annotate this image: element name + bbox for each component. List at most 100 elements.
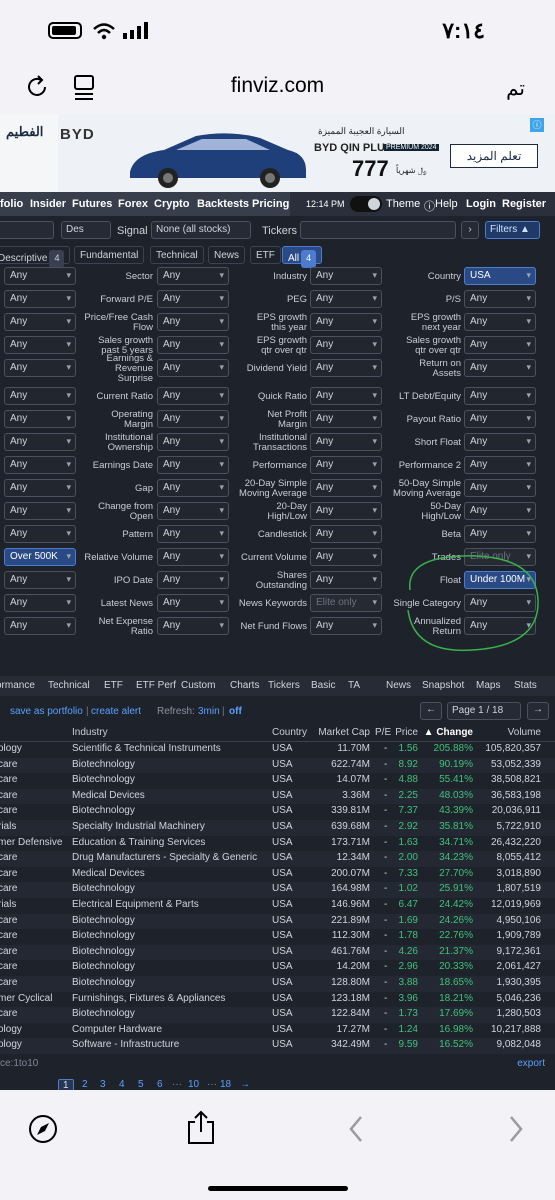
- filter-select[interactable]: Any: [4, 290, 76, 308]
- col-country[interactable]: Country: [272, 727, 307, 738]
- filter-select[interactable]: Any: [4, 313, 76, 331]
- filter-select[interactable]: Any: [157, 433, 229, 451]
- col-market-cap[interactable]: Market Cap: [318, 727, 370, 738]
- page-link[interactable]: 1: [58, 1079, 74, 1090]
- nav-pricing[interactable]: Pricing: [252, 198, 289, 210]
- table-row[interactable]: mer Defensive Education & Training Servic…: [0, 836, 555, 852]
- signal-order-select[interactable]: [0, 221, 54, 239]
- filter-select[interactable]: Any: [4, 267, 76, 285]
- view-tab[interactable]: ETF: [104, 680, 123, 691]
- forward-icon[interactable]: [506, 1114, 526, 1144]
- view-tab[interactable]: Tickers: [268, 680, 300, 691]
- filter-select[interactable]: Any: [310, 548, 382, 566]
- filter-select[interactable]: Any: [310, 502, 382, 520]
- tab-descriptive[interactable]: Descriptive 4: [0, 246, 71, 268]
- filter-select[interactable]: Any: [310, 359, 382, 377]
- chevron-right-icon[interactable]: ›: [461, 221, 479, 239]
- tab-all[interactable]: All 4: [282, 246, 323, 268]
- filter-select[interactable]: Any: [157, 410, 229, 428]
- view-tab[interactable]: Stats: [514, 680, 537, 691]
- table-row[interactable]: care Biotechnology USA 128.80M -3.88 18.65% 1,…: [0, 976, 555, 992]
- view-tab[interactable]: News: [386, 680, 411, 691]
- filter-select[interactable]: Any: [310, 571, 382, 589]
- filter-select[interactable]: Any: [4, 359, 76, 377]
- filter-select[interactable]: Any: [464, 410, 536, 428]
- filter-select[interactable]: Any: [4, 479, 76, 497]
- filter-select[interactable]: Any: [464, 456, 536, 474]
- filter-select[interactable]: Any: [4, 571, 76, 589]
- compass-icon[interactable]: [28, 1114, 58, 1144]
- view-tab[interactable]: Basic: [311, 680, 335, 691]
- order-direction-select[interactable]: Des: [61, 221, 111, 239]
- filter-select[interactable]: Any: [157, 571, 229, 589]
- col-volume[interactable]: Volume: [508, 727, 541, 738]
- col-change[interactable]: ▲ Change: [424, 727, 473, 738]
- filter-select[interactable]: Any: [157, 359, 229, 377]
- tickers-input[interactable]: [300, 221, 456, 239]
- filter-select[interactable]: Any: [464, 313, 536, 331]
- nav-futures[interactable]: Futures: [72, 198, 112, 210]
- filter-select[interactable]: Any: [157, 479, 229, 497]
- filter-select[interactable]: Any: [157, 525, 229, 543]
- export-link[interactable]: export: [517, 1058, 545, 1069]
- page-link[interactable]: 2: [82, 1079, 88, 1090]
- filter-select[interactable]: Any: [4, 594, 76, 612]
- table-row[interactable]: care Biotechnology USA 164.98M -1.02 25.91% 1,…: [0, 882, 555, 898]
- nav-forex[interactable]: Forex: [118, 198, 148, 210]
- page-link[interactable]: 3: [100, 1079, 106, 1090]
- table-row[interactable]: care Biotechnology USA 221.89M -1.69 24.26% 4,…: [0, 913, 555, 930]
- table-row[interactable]: care Biotechnology USA 122.84M -1.73 17.69% 1,…: [0, 1007, 555, 1023]
- filter-select[interactable]: Any: [310, 410, 382, 428]
- filter-select[interactable]: Any: [157, 594, 229, 612]
- table-row[interactable]: care Biotechnology USA 339.81M -7.37 43.39% 20…: [0, 804, 555, 820]
- table-row[interactable]: care Biotechnology USA 14.07M -4.88 55.41% 38,…: [0, 773, 555, 789]
- tab-fundamental[interactable]: Fundamental: [74, 246, 145, 264]
- filter-select[interactable]: Any: [157, 502, 229, 520]
- register-link[interactable]: Register: [502, 198, 546, 210]
- view-tab[interactable]: TA: [348, 680, 360, 691]
- ad-banner[interactable]: الفطيم BYD السيارة العجيبة المميزة BYD Q…: [0, 114, 555, 192]
- table-row[interactable]: care Biotechnology USA 14.20M -2.96 20.33% 2,0…: [0, 960, 555, 976]
- table-row[interactable]: care Drug Manufacturers - Specialty & Gen…: [0, 851, 555, 867]
- table-row[interactable]: care Medical Devices USA 3.36M -2.25 48.03% 36…: [0, 788, 555, 805]
- url-text[interactable]: finviz.com: [0, 74, 555, 98]
- view-tab[interactable]: Technical: [48, 680, 90, 691]
- filter-select[interactable]: Any: [464, 525, 536, 543]
- help-icon[interactable]: ⓘ: [424, 198, 435, 214]
- nav-backtests[interactable]: Backtests: [197, 198, 249, 210]
- filter-select[interactable]: Any: [157, 267, 229, 285]
- tab-technical[interactable]: Technical: [150, 246, 204, 264]
- filter-select[interactable]: Any: [157, 617, 229, 635]
- filter-select[interactable]: Elite only: [310, 594, 382, 612]
- login-link[interactable]: Login: [466, 198, 496, 210]
- page-link[interactable]: 10: [188, 1079, 199, 1090]
- filters-button[interactable]: Filters ▲: [485, 221, 540, 239]
- page-link[interactable]: →: [240, 1079, 250, 1090]
- view-tab[interactable]: ormance: [0, 680, 35, 691]
- prev-page-icon[interactable]: ←: [420, 702, 442, 720]
- filter-select[interactable]: Any: [464, 336, 536, 354]
- col-price[interactable]: Price: [395, 727, 418, 738]
- filter-select[interactable]: Any: [310, 456, 382, 474]
- filter-select[interactable]: Any: [464, 387, 536, 405]
- adchoices-icon[interactable]: ⓘ: [530, 118, 544, 132]
- filter-select[interactable]: Any: [464, 502, 536, 520]
- filter-select[interactable]: Any: [310, 267, 382, 285]
- filter-select[interactable]: Any: [310, 336, 382, 354]
- back-icon[interactable]: [346, 1114, 366, 1144]
- done-button[interactable]: تم: [506, 76, 525, 101]
- table-row[interactable]: care Biotechnology USA 461.76M -4.26 21.37% 9,…: [0, 944, 555, 961]
- filter-select[interactable]: Any: [310, 525, 382, 543]
- filter-select[interactable]: Any: [4, 502, 76, 520]
- ad-cta-button[interactable]: تعلم المزيد: [450, 144, 538, 168]
- filter-select[interactable]: Any: [310, 290, 382, 308]
- filter-select[interactable]: Any: [4, 525, 76, 543]
- table-row[interactable]: ology Computer Hardware USA 17.27M -1.24 16.9…: [0, 1023, 555, 1039]
- table-row[interactable]: ology Scientific & Technical Instruments U…: [0, 742, 555, 758]
- filter-select[interactable]: Any: [310, 433, 382, 451]
- page-link[interactable]: 6: [157, 1079, 163, 1090]
- view-tab[interactable]: ETF Perf: [136, 680, 176, 691]
- table-row[interactable]: care Medical Devices USA 200.07M -7.33 27.70%…: [0, 867, 555, 883]
- filter-select[interactable]: Any: [464, 290, 536, 308]
- help-link[interactable]: Help: [435, 198, 458, 210]
